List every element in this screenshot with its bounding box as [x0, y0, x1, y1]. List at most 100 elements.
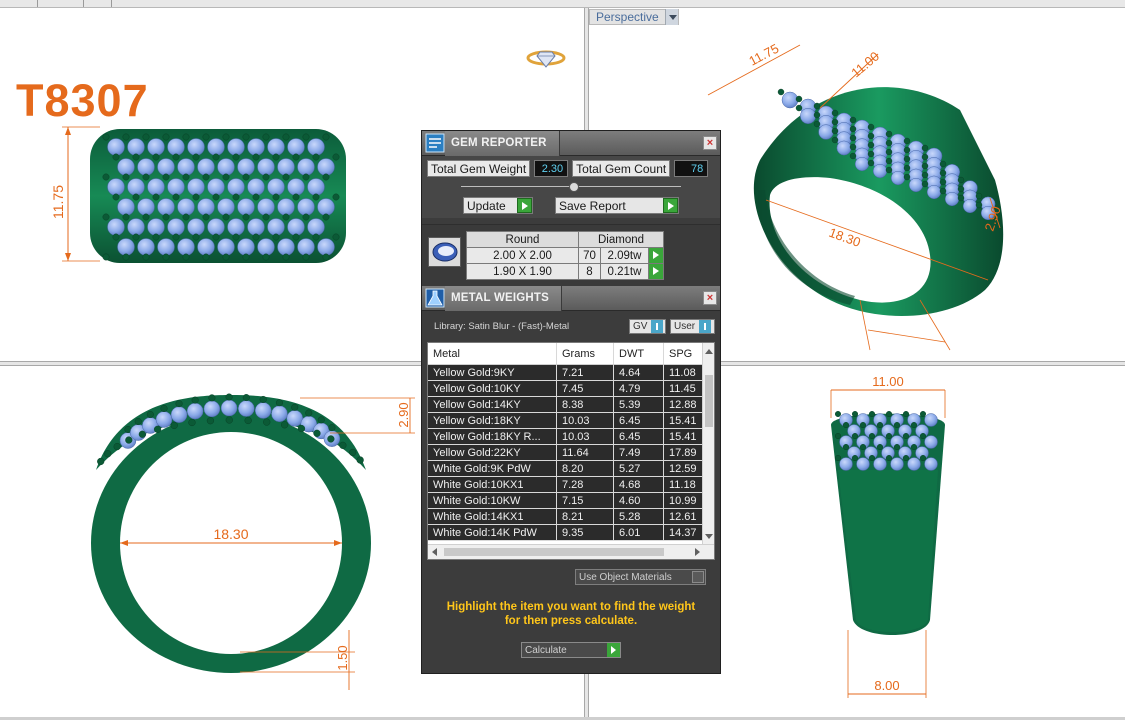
gem-stone	[237, 198, 255, 216]
update-button[interactable]: Update	[463, 197, 533, 214]
metal-weights-header[interactable]: METAL WEIGHTS ×	[422, 285, 720, 311]
viewport-label-perspective[interactable]: Perspective	[589, 9, 679, 25]
close-icon[interactable]: ×	[703, 291, 717, 305]
gv-dropdown[interactable]: GV	[629, 318, 666, 334]
table-row[interactable]: Yellow Gold:14KY 8.38 5.39 12.88	[428, 397, 704, 413]
prong	[297, 424, 306, 433]
prong	[312, 233, 320, 241]
prong	[122, 173, 130, 181]
col-grams[interactable]: Grams	[557, 343, 614, 364]
dimension-label: 11.00	[848, 49, 882, 81]
col-spg[interactable]: SPG	[664, 343, 704, 364]
gem-stone	[267, 178, 285, 196]
prong	[939, 187, 947, 195]
metal-grams: 7.45	[557, 381, 614, 396]
prong	[242, 394, 250, 402]
play-arrow-icon[interactable]	[648, 247, 664, 264]
play-arrow-icon[interactable]	[517, 198, 532, 213]
prong	[132, 233, 140, 241]
prong	[843, 444, 850, 451]
panel-splitter[interactable]	[427, 180, 715, 194]
metal-dwt: 6.01	[614, 525, 664, 540]
table-row[interactable]: Yellow Gold:9KY 7.21 4.64 11.08	[428, 365, 704, 381]
gem-stone	[962, 198, 978, 214]
prong	[208, 394, 216, 402]
scroll-left-icon[interactable]	[432, 548, 437, 556]
metal-grams: 7.28	[557, 477, 614, 492]
prong	[903, 146, 911, 154]
play-arrow-icon	[607, 643, 620, 657]
prong	[112, 233, 120, 241]
gem-size: 2.00 X 2.00	[466, 247, 579, 264]
table-row[interactable]: Yellow Gold:18KY 10.03 6.45 15.41	[428, 413, 704, 429]
tab-stub[interactable]	[0, 0, 38, 7]
dimension-label: 1.50	[335, 645, 350, 670]
gem-stone	[177, 158, 195, 176]
prong	[112, 193, 120, 201]
scroll-down-icon[interactable]	[705, 534, 713, 539]
metal-dwt: 6.45	[614, 413, 664, 428]
chevron-down-icon[interactable]	[664, 9, 678, 25]
gem-weight: 2.09tw	[600, 247, 649, 264]
prong	[322, 173, 330, 181]
table-row[interactable]: White Gold:10KW 7.15 4.60 10.99	[428, 493, 704, 509]
scroll-thumb[interactable]	[705, 375, 713, 427]
prong	[142, 253, 150, 261]
gem-stone	[247, 138, 265, 156]
gem-actions: Update Save Report	[427, 197, 715, 214]
scroll-right-icon[interactable]	[695, 548, 700, 556]
gem-stone	[147, 218, 165, 236]
user-dropdown[interactable]: User	[670, 318, 715, 334]
gem-stone	[257, 198, 275, 216]
scroll-thumb[interactable]	[444, 548, 664, 556]
gem-stone	[167, 138, 185, 156]
checkbox-icon[interactable]	[692, 571, 704, 583]
close-icon[interactable]: ×	[703, 136, 717, 150]
calculate-button[interactable]: Calculate	[521, 642, 621, 658]
save-report-label: Save Report	[559, 198, 626, 213]
prong	[894, 422, 901, 429]
tab-stub[interactable]	[84, 0, 112, 7]
table-row[interactable]: Yellow Gold:10KY 7.45 4.79 11.45	[428, 381, 704, 397]
table-row[interactable]: White Gold:14KX1 8.21 5.28 12.61	[428, 509, 704, 525]
gem-row[interactable]: 2.00 X 2.00 70 2.09tw	[466, 247, 664, 264]
ring-logo-icon	[526, 50, 566, 68]
use-object-materials-toggle[interactable]: Use Object Materials	[575, 569, 706, 585]
play-arrow-icon[interactable]	[663, 198, 678, 213]
scroll-up-icon[interactable]	[705, 349, 713, 354]
gem-stone	[187, 178, 205, 196]
metal-name: Yellow Gold:10KY	[428, 381, 557, 396]
gem-reporter-header[interactable]: GEM REPORTER ×	[422, 130, 720, 156]
save-report-button[interactable]: Save Report	[555, 197, 679, 214]
prong	[125, 436, 133, 444]
prong	[957, 194, 965, 202]
tab-stub[interactable]	[38, 0, 84, 7]
table-row[interactable]: White Gold:9K PdW 8.20 5.27 12.59	[428, 461, 704, 477]
gem-stone	[137, 158, 155, 176]
table-row[interactable]: White Gold:10KX1 7.28 4.68 11.18	[428, 477, 704, 493]
gem-weight: 0.21tw	[600, 263, 649, 280]
metal-dwt: 4.68	[614, 477, 664, 492]
prong	[188, 418, 196, 427]
prong	[813, 111, 821, 119]
gem-stone	[117, 158, 135, 176]
play-arrow-icon[interactable]	[648, 263, 664, 280]
vertical-scrollbar[interactable]	[702, 343, 714, 545]
gem-stone	[238, 400, 255, 417]
table-row[interactable]: White Gold:14K PdW 9.35 6.01 14.37	[428, 525, 704, 541]
horizontal-scrollbar[interactable]	[428, 544, 714, 559]
prong	[162, 173, 170, 181]
table-row[interactable]: Yellow Gold:22KY 11.64 7.49 17.89	[428, 445, 704, 461]
gem-stone	[217, 198, 235, 216]
col-dwt[interactable]: DWT	[614, 343, 664, 364]
metal-grams: 8.20	[557, 461, 614, 476]
prong	[894, 444, 901, 451]
gem-stone	[307, 178, 325, 196]
metal-table-body: Yellow Gold:9KY 7.21 4.64 11.08 Yellow Gold:…	[428, 365, 704, 541]
metal-weights-table[interactable]: Metal Grams DWT SPG Yellow Gold:9KY 7.21 4…	[427, 342, 715, 560]
splitter-handle[interactable]	[569, 182, 579, 192]
gem-row[interactable]: 1.90 X 1.90 8 0.21tw	[466, 263, 664, 280]
col-metal[interactable]: Metal	[428, 343, 557, 364]
prong	[142, 173, 150, 181]
table-row[interactable]: Yellow Gold:18KY R... 10.03 6.45 15.41	[428, 429, 704, 445]
